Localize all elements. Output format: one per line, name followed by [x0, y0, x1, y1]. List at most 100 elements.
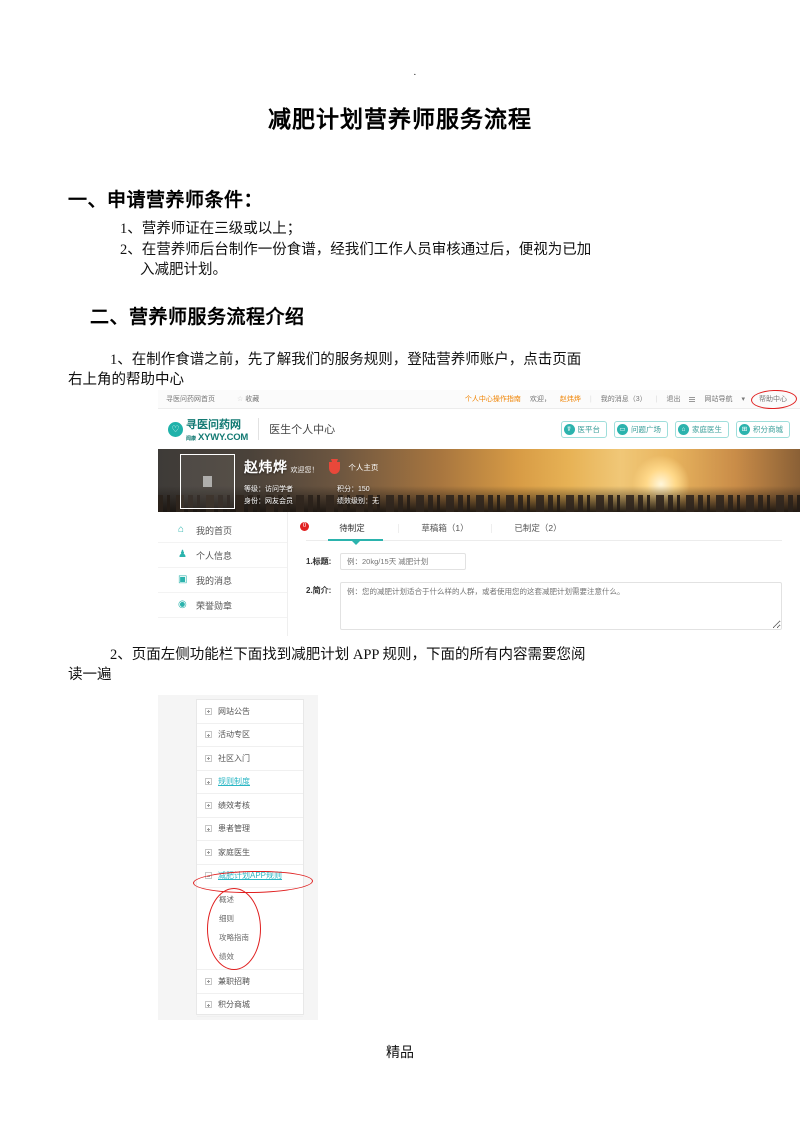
tab-drafts[interactable]: 草稿箱（1）	[399, 522, 491, 534]
expand-plus-icon[interactable]	[205, 707, 212, 715]
menu-item-community-intro-label: 社区入门	[218, 753, 250, 763]
nav-button-family-doctor-label: 家庭医生	[692, 424, 722, 434]
tab-to-be-created-label: 待制定	[339, 523, 365, 533]
topbar-username[interactable]: 赵炜烨	[560, 394, 581, 404]
menu-item-part-time-recruitment[interactable]: 兼职招聘	[197, 970, 303, 994]
embedded-screenshot-rules-menu: 网站公告 活动专区 社区入门 规则制度 绩效考核 患者管理 家庭医生 减肥计划A…	[158, 695, 318, 1020]
topbar-right-group: 个人中心操作指南 欢迎， 赵炜烨 | 我的消息（3） | 退出 网站导航 ▾ 帮…	[465, 390, 798, 410]
logo-en-text: XYWY.COM	[198, 431, 249, 443]
topbar-home-link[interactable]: 寻医问药网首页	[166, 394, 215, 404]
sidebar-item-my-messages-label: 我的消息	[196, 575, 233, 586]
plan-description-input[interactable]	[340, 582, 782, 630]
nav-button-family-doctor[interactable]: ⌂ 家庭医生	[675, 420, 729, 438]
step-1-line-2: 右上角的帮助中心	[68, 372, 184, 388]
topbar-help-center-link[interactable]: 帮助中心	[750, 390, 798, 410]
banner-identity: 身份：网友会员	[244, 498, 293, 505]
sidebar-item-my-home-label: 我的首页	[196, 525, 233, 536]
menu-item-performance-review[interactable]: 绩效考核	[197, 794, 303, 818]
nav-button-doctor-platform[interactable]: ☤ 医平台	[560, 420, 607, 438]
logo-sub-text: 闻康	[186, 436, 197, 443]
chat-icon: ▭	[617, 423, 628, 435]
expand-plus-icon[interactable]	[205, 825, 212, 833]
topbar-logout-link[interactable]: 退出	[666, 394, 680, 404]
chevron-down-icon: ▾	[741, 396, 745, 403]
site-topbar: 寻医问药网首页 ☆ 收藏 个人中心操作指南 欢迎， 赵炜烨 | 我的消息（3） …	[158, 390, 800, 410]
expand-plus-icon[interactable]	[205, 778, 212, 786]
topbar-favorite-label: 收藏	[245, 396, 260, 403]
condition-item-2-line-1: 2、在营养师后台制作一份食谱，经我们工作人员审核通过后，便视为已加	[120, 242, 592, 258]
expand-plus-icon[interactable]	[205, 977, 212, 985]
topbar-left-group: 寻医问药网首页 ☆ 收藏	[166, 394, 259, 404]
menu-item-performance-review-label: 绩效考核	[218, 800, 250, 810]
expand-plus-icon[interactable]	[205, 801, 212, 809]
document-page: · 减肥计划营养师服务流程 一、申请营养师条件： 1、营养师证在三级或以上； 2…	[0, 0, 800, 1132]
menu-item-part-time-recruitment-label: 兼职招聘	[218, 976, 250, 986]
tab-created[interactable]: 已制定（2）	[492, 522, 584, 534]
header-page-title: 医生个人中心	[269, 424, 336, 436]
medal-icon	[328, 462, 340, 474]
menu-item-patient-management[interactable]: 患者管理	[197, 818, 303, 841]
sidebar-item-my-home[interactable]: ⌂ 我的首页	[158, 518, 287, 543]
user-icon: ♟	[178, 549, 187, 560]
header-divider	[258, 418, 260, 440]
home-icon: ⌂	[678, 423, 689, 435]
menu-item-activity-zone[interactable]: 活动专区	[197, 724, 303, 747]
nav-button-points-mall[interactable]: ⊞ 积分商城	[736, 420, 790, 438]
heading-section-2: 二、营养师服务流程介绍	[90, 307, 305, 328]
expand-plus-icon[interactable]	[205, 754, 212, 762]
rules-menu-card: 网站公告 活动专区 社区入门 规则制度 绩效考核 患者管理 家庭医生 减肥计划A…	[192, 699, 314, 1017]
topbar-separator-2: |	[655, 395, 658, 403]
nav-button-points-mall-label: 积分商城	[753, 424, 783, 434]
condition-item-2: 2、在营养师后台制作一份食谱，经我们工作人员审核通过后，便视为已加 入减肥计划。	[120, 240, 700, 280]
topbar-help-center-label: 帮助中心	[759, 396, 787, 403]
avatar[interactable]	[180, 454, 235, 509]
nav-button-question-square[interactable]: ▭ 问题广场	[614, 420, 668, 438]
menu-item-rules-system[interactable]: 规则制度	[197, 771, 303, 794]
condition-item-2-line-2: 入减肥计划。	[140, 262, 227, 278]
sidebar-item-honor-medal[interactable]: ◉ 荣誉勋章	[158, 593, 287, 618]
site-logo[interactable]: ♡ 寻医问药网 闻康 XYWY.COM	[168, 416, 248, 443]
hamburger-icon	[689, 396, 696, 403]
top-dot-mark: ·	[413, 69, 417, 81]
sidebar-item-personal-info-label: 个人信息	[196, 550, 233, 561]
xywy-logo-icon: ♡	[168, 421, 183, 437]
menu-item-site-announcement[interactable]: 网站公告	[197, 700, 303, 724]
nav-button-doctor-platform-label: 医平台	[577, 424, 601, 434]
menu-item-community-intro[interactable]: 社区入门	[197, 747, 303, 771]
menu-item-points-mall-label: 积分商城	[218, 1000, 250, 1010]
banner-home-link[interactable]: 个人主页	[348, 463, 378, 472]
topbar-site-nav-link[interactable]: 网站导航	[704, 394, 732, 404]
cart-icon: ⊞	[739, 423, 750, 435]
avatar-placeholder-icon	[203, 476, 212, 487]
expand-plus-icon[interactable]	[205, 731, 212, 739]
sidebar-item-personal-info[interactable]: ♟ 个人信息	[158, 543, 287, 568]
step-1-text: 1、在制作食谱之前，先了解我们的服务规则，登陆营养师账户，点击页面 右上角的帮助…	[68, 350, 730, 390]
form-label-title: 1.标题:	[306, 557, 332, 566]
topbar-messages-link[interactable]: 我的消息（3）	[601, 394, 647, 404]
star-icon: ☆	[237, 396, 244, 403]
doctor-icon: ☤	[563, 423, 575, 435]
banner-stats-right: 积分：150 绩效级别：无	[337, 484, 379, 508]
page-title: 减肥计划营养师服务流程	[268, 106, 532, 132]
user-banner: 赵炜烨 欢迎您！ 个人主页 等级：访问学者 身份：网友会员 积分：150 绩效级别…	[158, 449, 800, 512]
sidebar-item-honor-medal-label: 荣誉勋章	[196, 600, 233, 611]
menu-item-points-mall[interactable]: 积分商城	[197, 994, 303, 1017]
page-footer: 精品	[386, 1046, 414, 1061]
tab-to-be-created[interactable]: 0 待制定	[300, 522, 398, 534]
plan-title-input[interactable]	[340, 553, 466, 570]
banner-stats-col-1: 等级：访问学者 身份：网友会员 积分：150 绩效级别：无	[244, 484, 379, 508]
topbar-favorite-group[interactable]: ☆ 收藏	[237, 394, 259, 404]
logo-text-block: 寻医问药网 闻康 XYWY.COM	[186, 416, 248, 443]
expand-plus-icon[interactable]	[205, 848, 212, 856]
form-row-title: 1.标题:	[306, 553, 782, 570]
step-2-line-2: 读一遍	[68, 667, 112, 683]
expand-plus-icon[interactable]	[205, 1001, 212, 1009]
menu-item-rules-system-label: 规则制度	[218, 777, 250, 787]
topbar-guide-link[interactable]: 个人中心操作指南	[465, 394, 521, 404]
home-icon: ⌂	[178, 524, 185, 535]
sidebar-item-my-messages[interactable]: ▣ 我的消息	[158, 568, 287, 593]
red-ellipse-annotation-sub-items	[207, 888, 261, 970]
topbar-separator: |	[589, 395, 592, 403]
menu-item-family-doctor[interactable]: 家庭医生	[197, 841, 303, 865]
condition-item-1: 1、营养师证在三级或以上；	[120, 221, 302, 237]
